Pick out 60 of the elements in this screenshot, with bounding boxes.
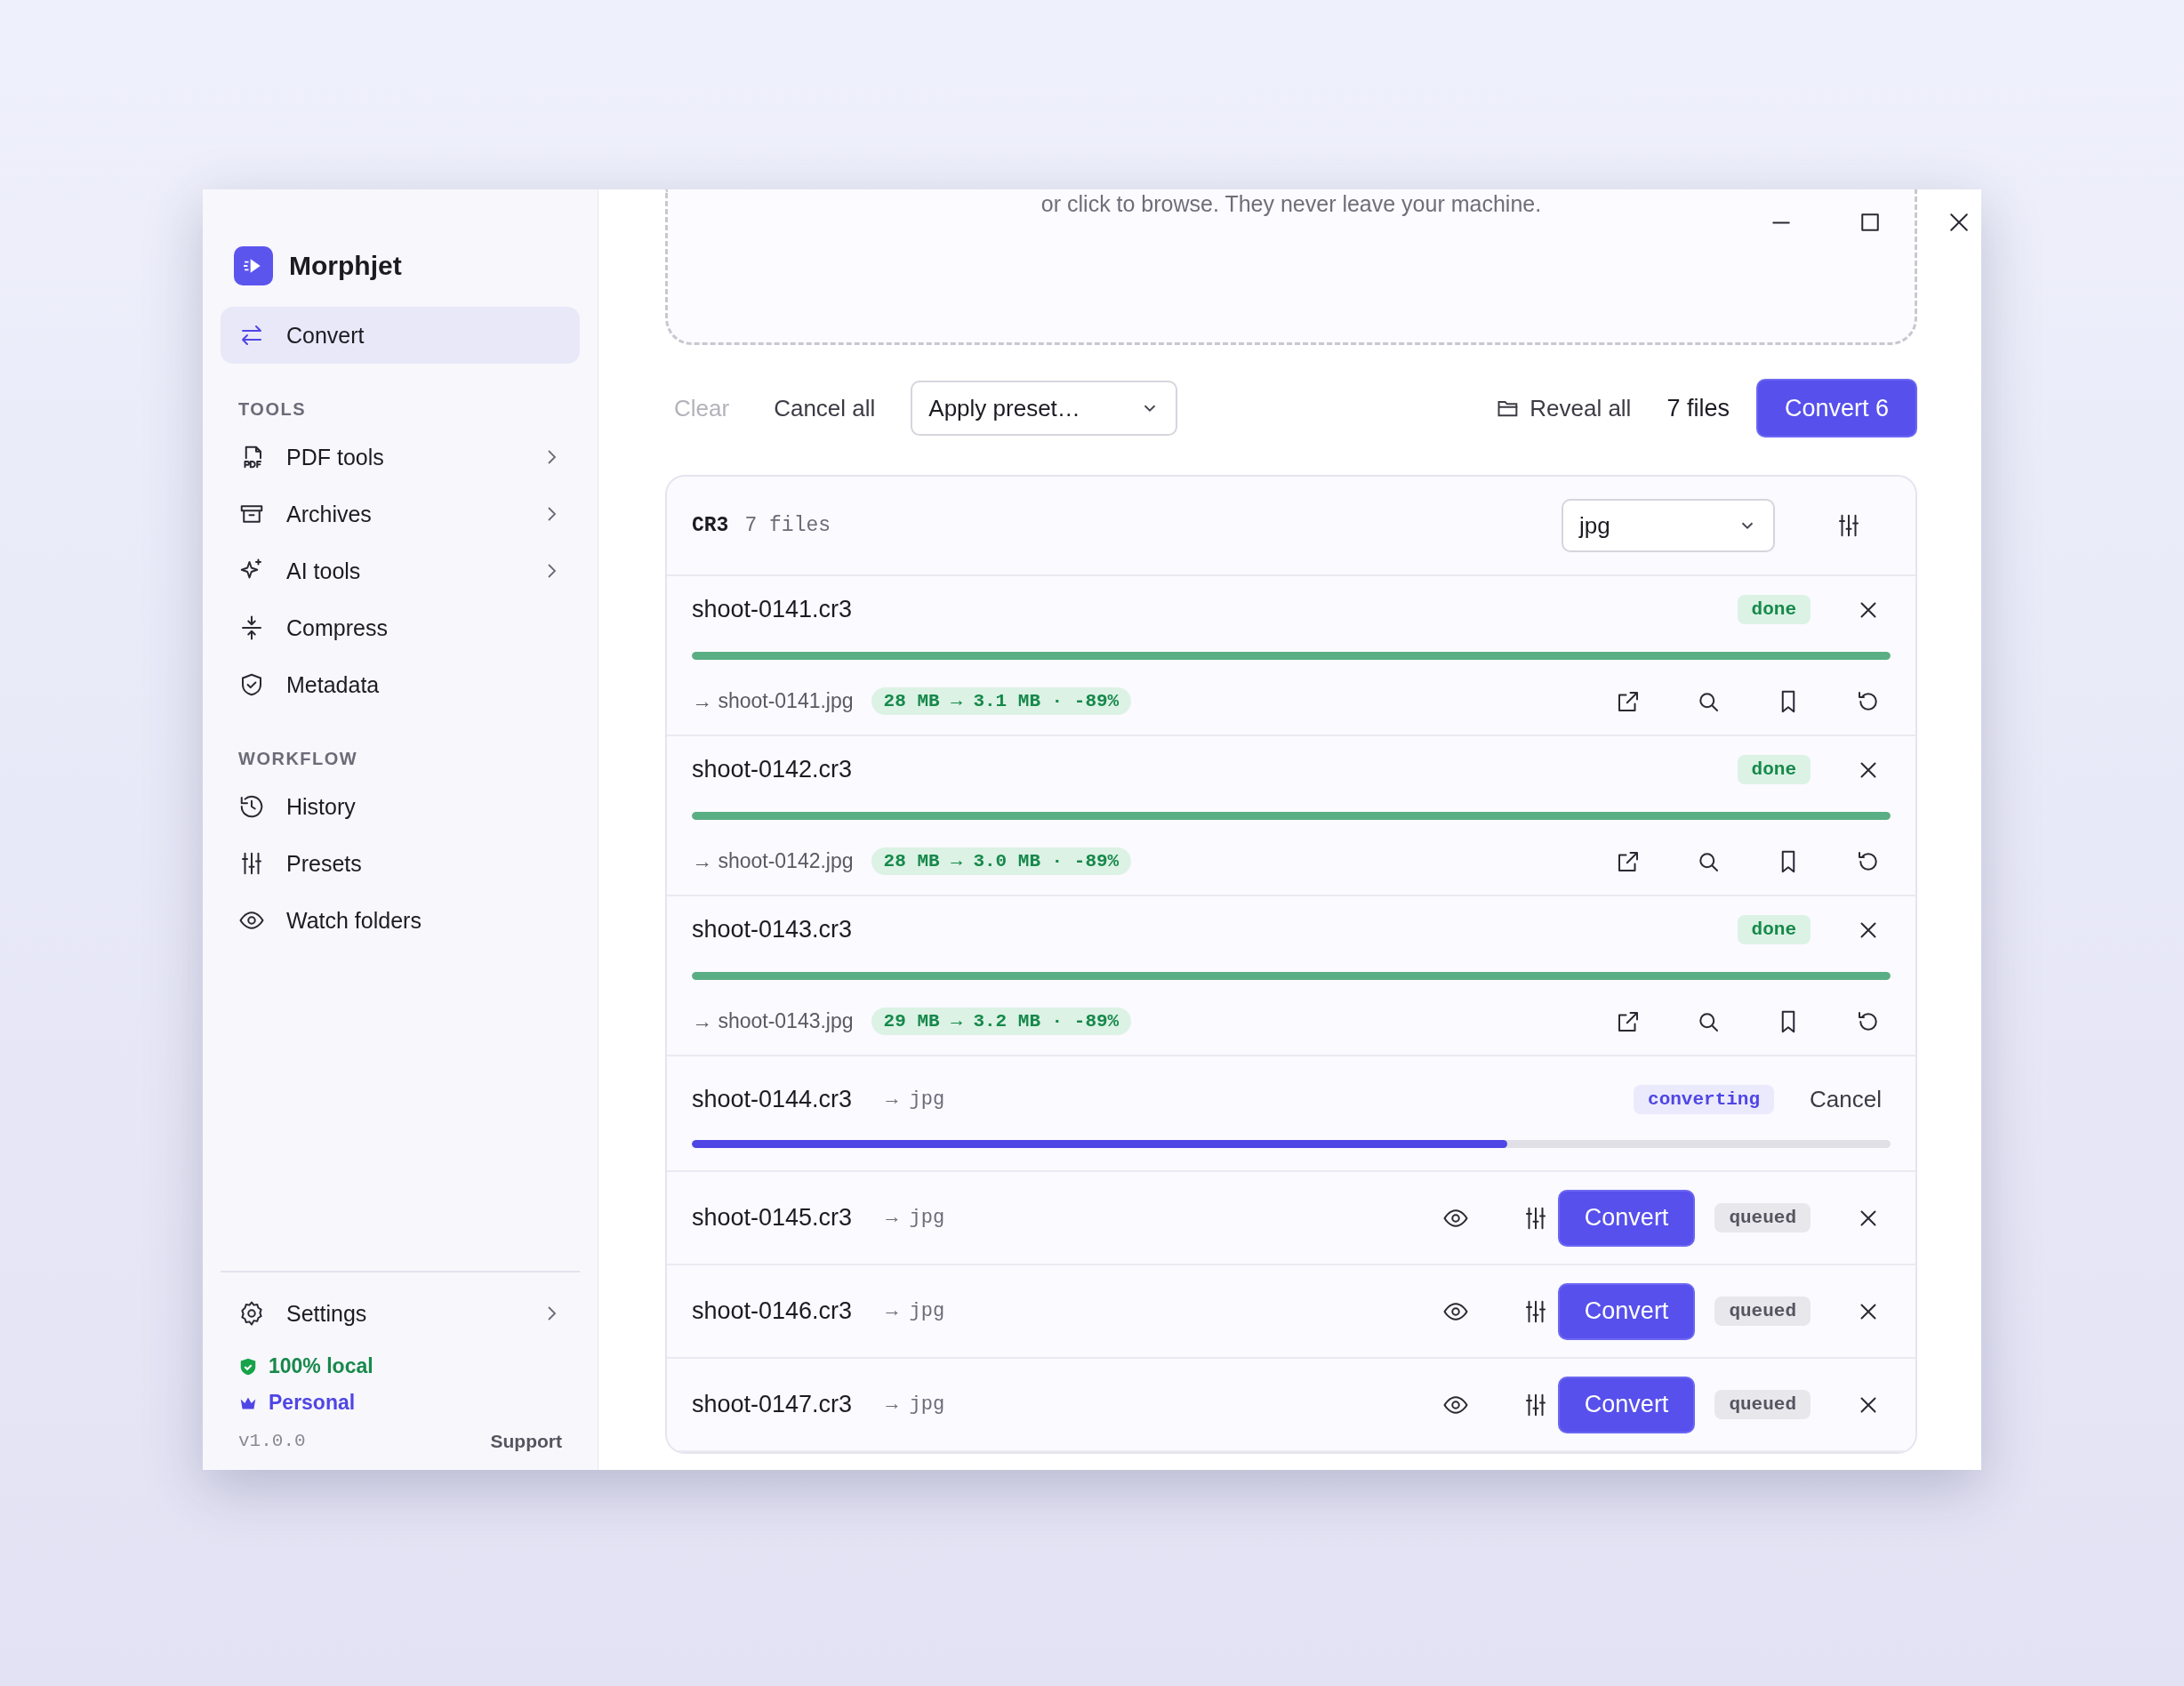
target-format: → jpg: [886, 1393, 945, 1416]
sidebar-item[interactable]: PDF tools: [221, 429, 580, 486]
status-badge: converting: [1634, 1085, 1775, 1114]
file-name: shoot-0144.cr3: [692, 1086, 853, 1113]
minimize-icon: [1772, 220, 1790, 225]
plan-link[interactable]: Personal: [269, 1391, 356, 1415]
version-label: v1.0.0: [238, 1431, 306, 1452]
sidebar-item[interactable]: AI tools: [221, 542, 580, 599]
sidebar-item[interactable]: Compress: [221, 599, 580, 656]
output-file-name: → shoot-0143.jpg: [692, 1009, 854, 1033]
file-name: shoot-0141.cr3: [692, 596, 853, 623]
format-label: CR3: [692, 514, 729, 537]
target-format: → jpg: [886, 1300, 945, 1322]
file-name: shoot-0147.cr3: [692, 1391, 853, 1418]
sidebar-item[interactable]: History: [221, 778, 580, 835]
drop-zone-hint: or click to browse. They never leave your machine.: [1040, 190, 1542, 218]
settings-item[interactable]: Settings: [221, 1285, 580, 1342]
app-logo-icon: [234, 246, 273, 285]
sidebar-item[interactable]: Archives: [221, 486, 580, 542]
status-badge: queued: [1714, 1297, 1811, 1326]
target-format-dropdown[interactable]: jpg: [1562, 499, 1775, 552]
file-count: 7 files: [1666, 394, 1730, 422]
status-badge: done: [1737, 915, 1811, 944]
convert-button[interactable]: Convert: [1557, 1189, 1696, 1247]
size-savings-badge: 28 MB → 3.0 MB · -89%: [871, 847, 1132, 875]
size-savings-badge: 28 MB → 3.1 MB · -89%: [871, 687, 1132, 715]
support-link[interactable]: Support: [490, 1431, 562, 1452]
group-file-count: 7 files: [744, 514, 831, 537]
sidebar-item-icon: [238, 793, 265, 820]
file-name: shoot-0143.cr3: [692, 916, 853, 943]
status-badge: done: [1737, 595, 1811, 624]
sidebar-item[interactable]: Metadata: [221, 656, 580, 713]
target-format: → jpg: [886, 1207, 945, 1229]
app-name: Morphjet: [289, 251, 402, 281]
status-badge: queued: [1714, 1390, 1811, 1419]
drop-zone[interactable]: or click to browse. They never leave your machine.: [665, 189, 1917, 345]
file-name: shoot-0145.cr3: [692, 1204, 853, 1232]
output-file-name: → shoot-0142.jpg: [692, 849, 854, 873]
status-badge: queued: [1714, 1203, 1811, 1232]
settings-icon: [238, 1300, 265, 1327]
sidebar-item[interactable]: Watch folders: [221, 892, 580, 949]
output-file-name: → shoot-0141.jpg: [692, 689, 854, 713]
convert-button[interactable]: Convert: [1557, 1282, 1696, 1340]
file-name: shoot-0146.cr3: [692, 1297, 853, 1325]
convert-nav-item[interactable]: Convert: [221, 307, 580, 364]
file-name: shoot-0142.cr3: [692, 756, 853, 783]
shield-check-icon: [238, 1356, 258, 1377]
cancel-all-button[interactable]: Cancel all: [765, 387, 885, 430]
section-heading: TOOLS: [237, 398, 308, 421]
reveal-all-button[interactable]: Reveal all: [1487, 387, 1641, 430]
local-status: 100% local: [269, 1354, 373, 1378]
convert-button[interactable]: Convert: [1557, 1376, 1696, 1433]
status-badge: done: [1737, 755, 1811, 784]
size-savings-badge: 29 MB → 3.2 MB · -89%: [871, 1008, 1132, 1035]
preset-dropdown[interactable]: Apply preset…: [911, 381, 1178, 436]
target-format: → jpg: [886, 1088, 945, 1111]
convert-all-button[interactable]: Convert 6: [1755, 379, 1917, 438]
section-heading: WORKFLOW: [237, 748, 359, 770]
cancel-button[interactable]: Cancel: [1801, 1079, 1891, 1120]
sidebar-item[interactable]: Presets: [221, 835, 580, 892]
